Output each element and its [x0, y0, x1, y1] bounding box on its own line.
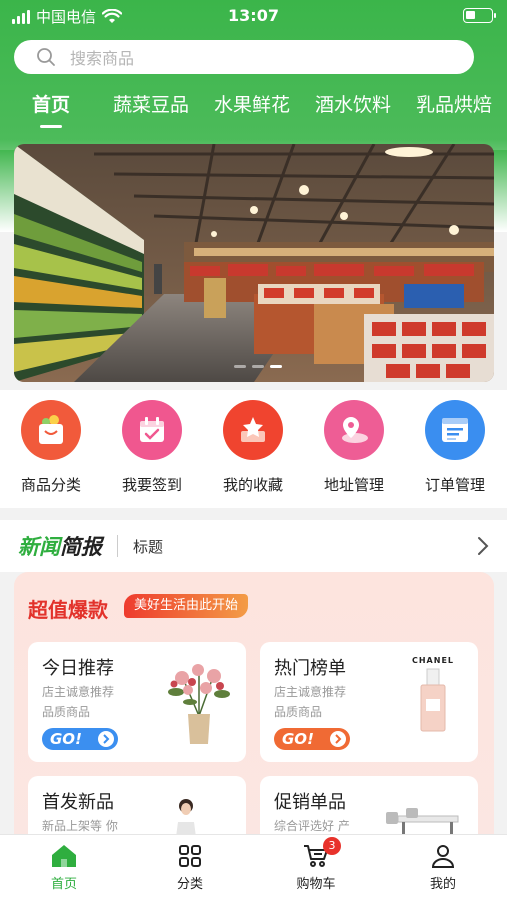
map-pin-icon [324, 400, 384, 460]
news-logo: 新闻简报 [18, 535, 102, 559]
quick-links: 商品分类 我要签到 我的收藏 地址管理 订单管理 [0, 390, 507, 508]
quick-link-address[interactable]: 地址管理 [309, 400, 399, 495]
tab-home[interactable]: 首页 [32, 90, 70, 117]
tab-fruits[interactable]: 水果鲜花 [214, 90, 290, 117]
shopping-bag-icon [21, 400, 81, 460]
quick-link-label: 订单管理 [424, 476, 485, 494]
bottom-navigation: 首页 分类 3 购物车 我的 [0, 834, 507, 900]
nav-home[interactable]: 首页 [19, 843, 109, 892]
nav-label: 购物车 [296, 877, 336, 892]
nav-profile[interactable]: 我的 [398, 843, 488, 892]
order-doc-icon [425, 400, 485, 460]
quick-link-label: 我的收藏 [222, 476, 283, 494]
quick-link-categories[interactable]: 商品分类 [6, 400, 96, 495]
deal-card-hot[interactable]: 热门榜单 店主诚意推荐 品质商品 GO! CHANEL [260, 642, 478, 762]
nav-category[interactable]: 分类 [145, 843, 235, 892]
grid-icon [145, 843, 235, 869]
cart-badge: 3 [323, 837, 341, 855]
quick-link-label: 地址管理 [323, 476, 384, 494]
search-placeholder: 搜索商品 [70, 49, 135, 68]
hot-deals-section: 超值爆款 美好生活由此开始 今日推荐 店主诚意推荐 品质商品 GO! 热门榜单 店… [14, 572, 494, 852]
chevron-right-icon [98, 731, 114, 747]
cart-icon: 3 [271, 837, 361, 869]
quick-link-checkin[interactable]: 我要签到 [107, 400, 197, 495]
status-bar: 中国电信 13:07 [0, 0, 507, 32]
nav-cart[interactable]: 3 购物车 [271, 837, 361, 892]
search-bar[interactable]: 搜索商品 [14, 40, 474, 74]
user-icon [398, 843, 488, 869]
quick-link-favorites[interactable]: 我的收藏 [208, 400, 298, 495]
status-time: 13:07 [228, 6, 279, 25]
tab-drinks[interactable]: 酒水饮料 [315, 90, 391, 117]
chevron-right-icon [478, 537, 489, 555]
quick-link-orders[interactable]: 订单管理 [410, 400, 500, 495]
card-title: 热门榜单 [274, 658, 346, 679]
flower-vase-image [168, 664, 230, 744]
category-tabs: 首页 蔬菜豆品 水果鲜花 酒水饮料 乳品烘焙 [0, 88, 507, 128]
nav-label: 首页 [50, 877, 77, 892]
news-headline: 标题 [133, 538, 164, 556]
go-button[interactable]: GO! [274, 728, 350, 750]
calendar-check-icon [122, 400, 182, 460]
card-subtitle: 店主诚意推荐 品质商品 [274, 685, 347, 719]
deals-tag: 美好生活由此开始 [124, 594, 249, 618]
supermarket-image [14, 144, 494, 382]
quick-link-label: 我要签到 [121, 476, 182, 494]
deal-card-today[interactable]: 今日推荐 店主诚意推荐 品质商品 GO! [28, 642, 246, 762]
promo-banner[interactable] [14, 144, 494, 382]
deals-title: 超值爆款 [28, 598, 108, 622]
go-button[interactable]: GO! [42, 728, 118, 750]
card-subtitle: 综合评选好 产 [274, 819, 350, 833]
quick-link-label: 商品分类 [20, 476, 81, 494]
banner-pagination [234, 365, 282, 368]
news-ticker[interactable]: 新闻简报 标题 [0, 520, 507, 572]
news-divider [117, 535, 118, 557]
card-title: 首发新品 [42, 792, 114, 813]
chevron-right-icon [330, 731, 346, 747]
card-subtitle: 店主诚意推荐 品质商品 [42, 685, 115, 719]
nav-label: 我的 [429, 877, 456, 892]
card-title: 促销单品 [274, 792, 346, 813]
nav-label: 分类 [176, 877, 203, 892]
star-box-icon [223, 400, 283, 460]
tab-dairy[interactable]: 乳品烘焙 [416, 90, 492, 117]
search-icon [37, 48, 55, 66]
tab-vegetables[interactable]: 蔬菜豆品 [113, 90, 189, 117]
perfume-image: CHANEL [404, 656, 462, 739]
active-tab-indicator [40, 125, 62, 128]
card-title: 今日推荐 [42, 658, 114, 679]
home-icon [19, 843, 109, 869]
battery-icon [463, 8, 496, 23]
card-subtitle: 新品上架等 你 [42, 819, 118, 833]
